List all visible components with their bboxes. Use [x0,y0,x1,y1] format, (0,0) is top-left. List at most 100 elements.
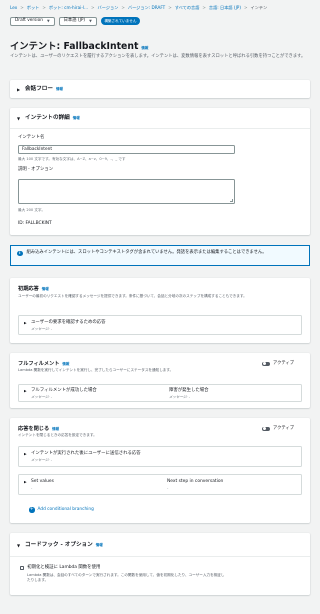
fulfillment-title: フルフィルメント [18,361,60,367]
conversation-flow-card: ▶ 会話フロー 情報 [10,80,310,98]
message-text: メッセージ: - [31,458,52,462]
initial-response-description: ユーザーの最初のリクエストを確認するメッセージを提供できます。条件に基づいて、会… [18,294,247,298]
fulfillment-description: Lambda 関数を実行してインテントを実行し、完了したらユーザーにステータスを… [18,368,174,372]
caret-right-icon: ▶ [17,87,21,93]
set-values-expander[interactable]: ▶ Set values [24,479,54,485]
breadcrumb-item[interactable]: ボット [27,5,40,10]
lambda-checkbox-description: Lambda 関数は、会話のすべてのターンで実行されます。この関数を使用して、値… [27,573,225,583]
closing-response-expander[interactable]: ▶ インテントが実行された後にユーザーに送信される応答 [24,451,141,457]
message-text: メッセージ: - [31,395,52,399]
fulfillment-card: フルフィルメント 情報 アクティブ Lambda 関数を実行してインテントを実行… [10,353,310,408]
conversation-flow-title: 会話フロー [25,86,53,92]
divider [10,128,310,129]
intent-name-hint: 最大 100 文字です。有効な文字は、A~Z、a~z、0~9、-、_ です [18,157,126,161]
lambda-checkbox[interactable] [20,565,25,570]
caret-right-icon: ▶ [24,451,27,456]
page-title: インテント: FallbackIntent [10,41,139,52]
initial-response-title: 初期応答 [18,286,39,292]
set-values-title: Set values [31,479,54,484]
divider [10,556,310,557]
add-conditional-branching-button[interactable]: + Add conditional branching [29,507,94,513]
breadcrumb-item[interactable]: Lex [10,5,17,10]
next-step-title: Next step in conversation [167,479,224,484]
chevron-right-icon: > [202,5,206,11]
breadcrumb-item[interactable]: すべての言語 [175,5,200,10]
fulfillment-success-title: フルフィルメントが成功した場合 [31,388,97,393]
info-link[interactable]: 情報 [52,427,59,432]
lambda-checkbox-row[interactable]: 初期化と検証に Lambda 関数を使用 [20,565,100,571]
intent-details-header[interactable]: ▼ インテントの詳細 情報 [17,115,80,122]
message-text: メッセージ: - [169,395,190,399]
initial-response-box: ▶ ユーザーの要求を確認するための応答 メッセージ: - [18,315,302,335]
info-alert: i 組み込みインテントには、スロットやコンテキストタグが含まれていません。発話を… [10,245,310,266]
fulfillment-title-row: フルフィルメント 情報 [18,361,69,368]
alert-text: 組み込みインテントには、スロットやコンテキストタグが含まれていません。発話を表示… [26,250,267,255]
info-link[interactable]: 情報 [96,543,103,548]
chevron-right-icon: > [243,5,248,11]
intent-name-input[interactable]: FallbackIntent [18,145,235,154]
page-title-row: インテント: FallbackIntent 情報 [10,41,148,53]
info-link[interactable]: 情報 [141,46,148,51]
breadcrumb-item[interactable]: 言語: 日本語 (JP) [209,5,241,10]
intent-id: ID: FALLBCKINT [18,221,52,226]
fulfillment-box: ▶ フルフィルメントが成功した場合 メッセージ: - 障害が発生した場合 メッセ… [18,384,302,402]
page-description: インテントは、ユーザーのリクエストを履行するアクションを表します。インテントは、… [10,54,306,59]
intent-details-card: ▼ インテントの詳細 情報 インテント名 FallbackIntent 最大 1… [10,108,310,235]
fulfillment-toggle-label: アクティブ [273,361,295,366]
caret-right-icon: ▶ [24,479,27,484]
info-link[interactable]: 情報 [42,287,49,292]
fulfillment-toggle[interactable]: アクティブ [262,361,294,367]
caret-down-icon: ▼ [17,116,21,122]
initial-response-expander[interactable]: ▶ ユーザーの要求を確認するための応答 [24,320,106,326]
toolbar: Draft version ▼ 日本語 (JP) ▼ 構築されていません [10,16,140,26]
conversation-flow-header[interactable]: ▶ 会話フロー 情報 [17,86,63,93]
description-textarea[interactable] [18,179,235,204]
description-label: 説明 - オプション [18,167,54,172]
closing-response-title: 応答を閉じる [18,426,50,432]
closing-response-box: ▶ インテントが実行された後にユーザーに送信される応答 メッセージ: - [18,446,302,467]
code-hooks-title: コードフック - オプション [25,542,93,548]
fulfillment-success-expander[interactable]: ▶ フルフィルメントが成功した場合 [24,388,97,394]
breadcrumb-item[interactable]: バージョン: DRAFT [128,5,165,10]
chevron-right-icon: > [42,5,46,11]
version-select[interactable]: Draft version ▼ [10,16,55,26]
intent-name-value: FallbackIntent [22,146,53,152]
chevron-right-icon: > [168,5,172,11]
caret-right-icon: ▶ [24,320,27,325]
code-hooks-header[interactable]: ▼ コードフック - オプション 情報 [17,542,103,549]
info-link[interactable]: 情報 [73,116,80,121]
breadcrumb-item: インテン [250,5,268,11]
language-select-value: 日本語 (JP) [63,18,86,24]
closing-response-toggle[interactable]: アクティブ [262,426,294,432]
build-status-badge: 構築されていません [100,17,140,25]
version-select-value: Draft version [15,18,43,24]
intent-name-label: インテント名 [18,135,45,140]
initial-response-title-row: 初期応答 情報 [18,286,49,293]
closing-response-toggle-label: アクティブ [273,426,295,431]
toggle-switch-icon [262,361,270,367]
description-hint: 最大 200 文字。 [18,208,46,212]
breadcrumb-item[interactable]: ボット: cm-hirai-l... [49,5,88,10]
info-link[interactable]: 情報 [62,362,69,367]
closing-response-sub-title: インテントが実行された後にユーザーに送信される応答 [31,451,141,456]
closing-response-description: インテントを閉じるときの応答を設定できます。 [18,433,97,437]
chevron-right-icon: > [91,5,95,11]
chevron-right-icon: > [20,5,24,11]
resize-handle-icon[interactable] [230,199,233,202]
breadcrumb: Lex > ボット > ボット: cm-hirai-l... > バージョン > バージョン: … [10,4,315,12]
caret-right-icon: ▶ [24,388,27,393]
code-hooks-card: ▼ コードフック - オプション 情報 初期化と検証に Lambda 関数を使用… [10,533,310,595]
chevron-down-icon: ▼ [89,18,92,23]
set-values-value: - [31,486,33,490]
lambda-checkbox-label: 初期化と検証に Lambda 関数を使用 [27,565,101,570]
breadcrumb-item[interactable]: バージョン [98,5,119,10]
info-link[interactable]: 情報 [56,87,63,92]
plus-icon: + [29,506,35,513]
initial-response-card: 初期応答 情報 ユーザーの最初のリクエストを確認するメッセージを提供できます。条… [10,278,310,343]
language-select[interactable]: 日本語 (JP) ▼ [58,16,97,26]
next-step-value: - [167,486,169,490]
intent-details-title: インテントの詳細 [25,115,70,121]
add-conditional-branching-label: Add conditional branching [37,507,94,512]
fulfillment-failure-title: 障害が発生した場合 [169,388,209,393]
message-text: メッセージ: - [31,327,52,331]
